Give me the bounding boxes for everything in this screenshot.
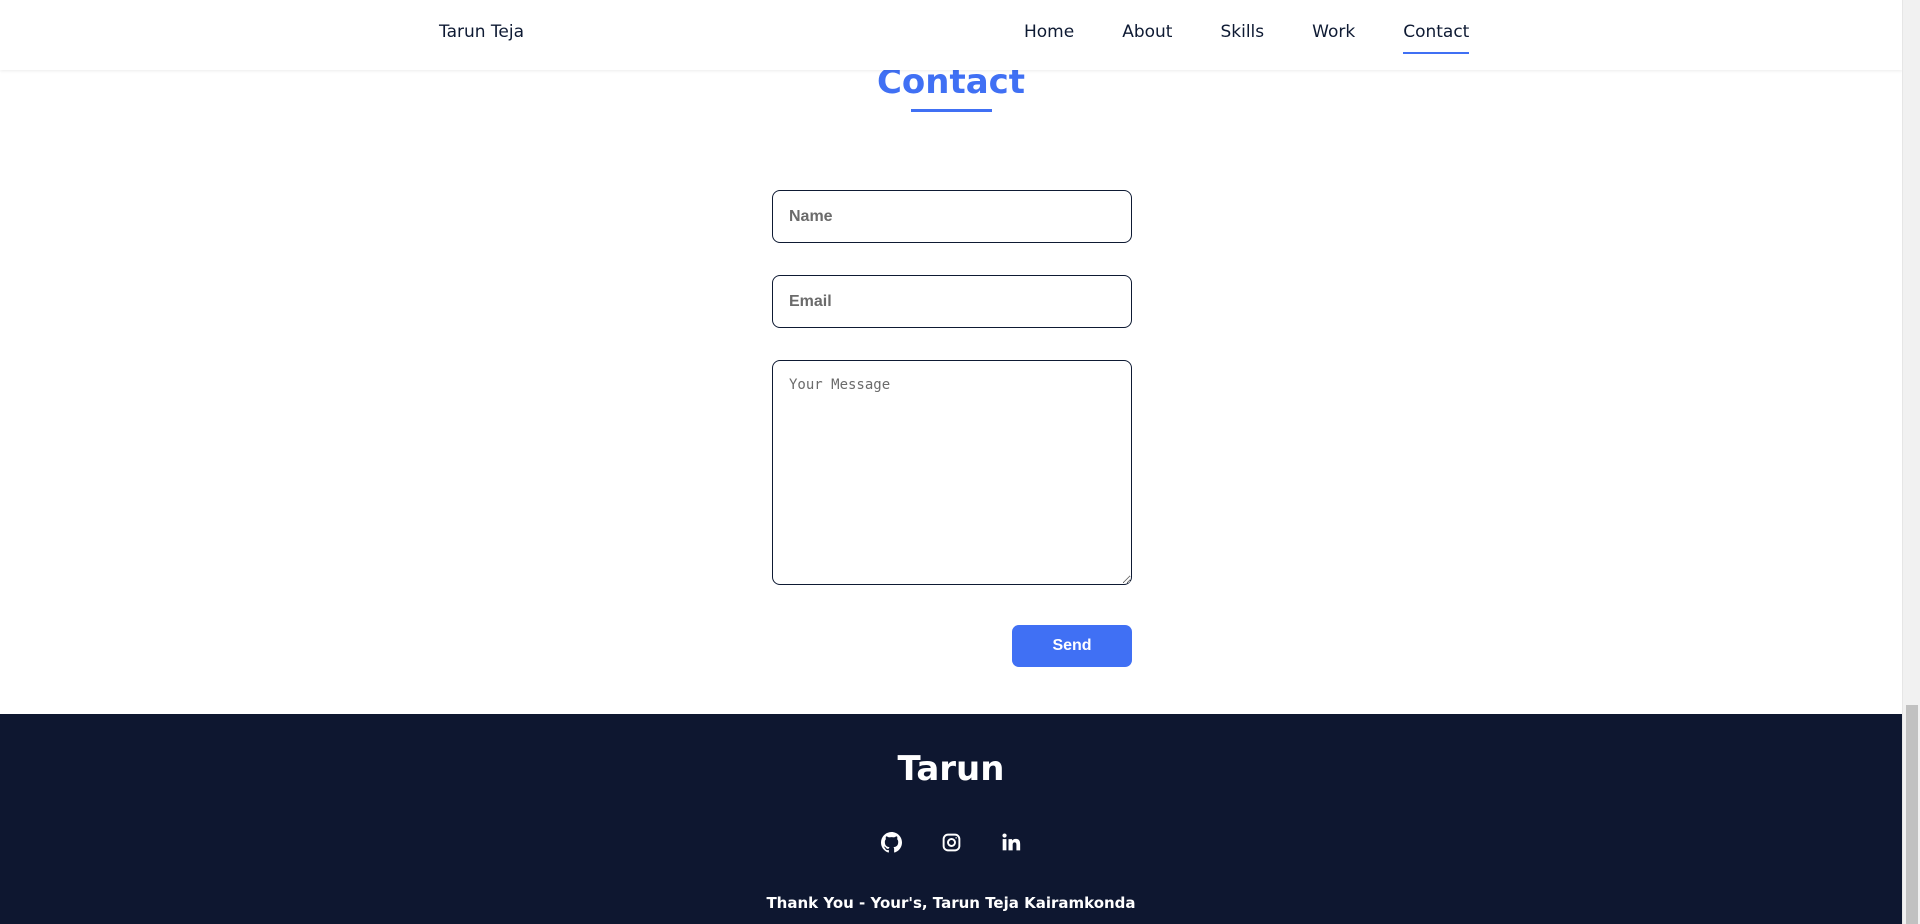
linkedin-icon[interactable]: [999, 830, 1023, 854]
name-field[interactable]: [772, 190, 1132, 243]
social-links: [0, 830, 1902, 854]
site-header: Tarun Teja Home About Skills Work Contac…: [0, 0, 1902, 70]
nav-about[interactable]: About: [1122, 22, 1172, 42]
nav-home[interactable]: Home: [1024, 22, 1074, 42]
nav-skills[interactable]: Skills: [1220, 22, 1264, 42]
footer-title: Tarun: [897, 749, 1005, 789]
page: Tarun Teja Home About Skills Work Contac…: [0, 0, 1902, 924]
main-nav: Home About Skills Work Contact: [1024, 22, 1470, 54]
github-icon[interactable]: [879, 830, 903, 854]
footer-note: Thank You - Your's, Tarun Teja Kairamkon…: [766, 894, 1136, 912]
email-field[interactable]: [772, 275, 1132, 328]
send-button[interactable]: Send: [1012, 625, 1132, 667]
nav-contact[interactable]: Contact: [1403, 22, 1470, 54]
title-underline: [911, 109, 992, 112]
site-footer: Tarun Thank You - Your's, Tarun Teja Kai…: [0, 714, 1902, 924]
page-scrollbar[interactable]: [1902, 0, 1920, 924]
message-field[interactable]: [772, 360, 1132, 585]
instagram-icon[interactable]: [939, 830, 963, 854]
brand-logo[interactable]: Tarun Teja: [439, 22, 524, 42]
scrollbar-thumb[interactable]: [1906, 705, 1918, 924]
nav-work[interactable]: Work: [1312, 22, 1355, 42]
